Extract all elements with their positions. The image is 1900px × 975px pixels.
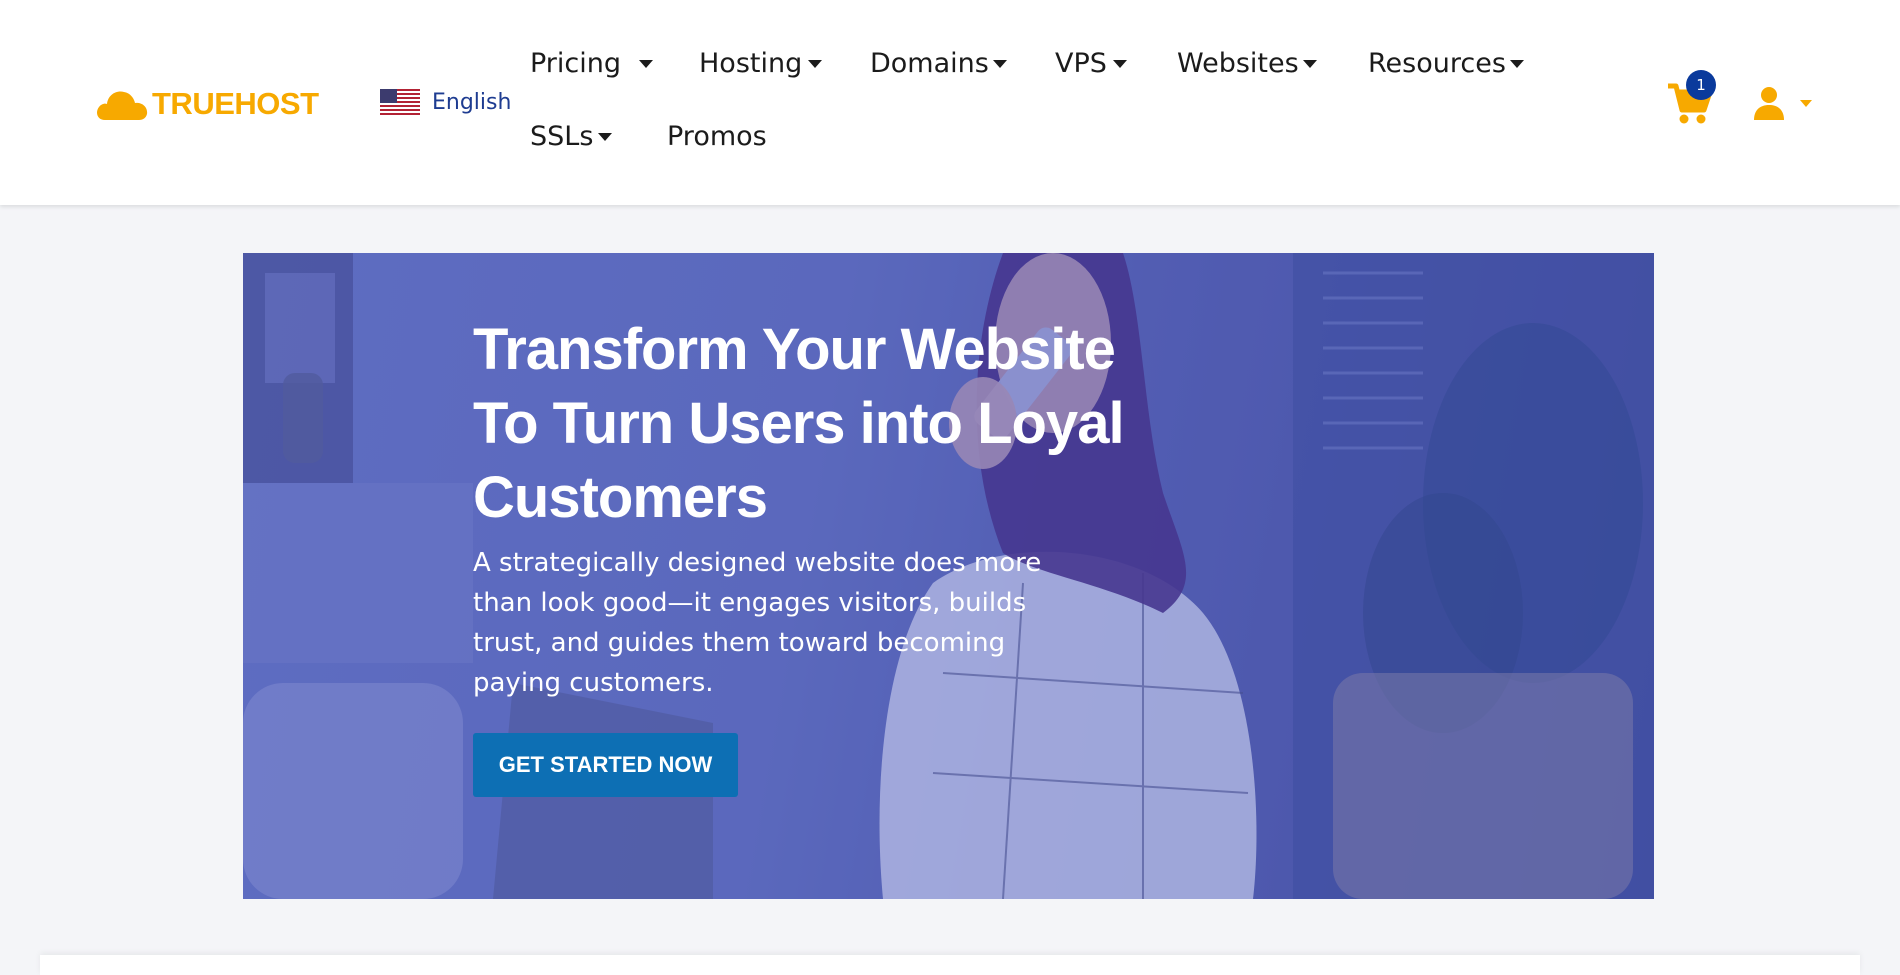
main-nav: Pricing Hosting Domains VPS Websites Res… (530, 0, 1550, 205)
language-selector[interactable]: English (380, 89, 511, 115)
site-header: TRUEHOST English Pricing Hosting Domains (0, 0, 1900, 205)
get-started-button[interactable]: GET STARTED NOW (473, 733, 738, 797)
chevron-down-icon (992, 59, 1007, 68)
nav-vps-label: VPS (1055, 48, 1107, 79)
nav-domains[interactable]: Domains (870, 48, 1007, 79)
us-flag-icon (380, 89, 420, 115)
chevron-down-icon (1800, 99, 1812, 107)
next-section-card (40, 955, 1860, 975)
nav-hosting-label: Hosting (699, 48, 803, 79)
nav-resources[interactable]: Resources (1368, 48, 1524, 79)
nav-promos[interactable]: Promos (667, 121, 767, 152)
hero-title: Transform Your Website To Turn Users int… (473, 317, 1125, 530)
nav-websites-label: Websites (1177, 48, 1299, 79)
nav-ssls[interactable]: SSLs (530, 121, 613, 152)
cloud-icon (97, 91, 148, 120)
chevron-down-icon (808, 59, 823, 68)
chevron-down-icon (1302, 59, 1317, 68)
chevron-down-icon (1509, 59, 1524, 68)
chevron-down-icon (1112, 59, 1127, 68)
chevron-down-icon (598, 132, 613, 141)
brand-logo[interactable]: TRUEHOST (95, 86, 319, 122)
language-label: English (432, 89, 512, 115)
user-icon (1754, 87, 1784, 120)
account-menu[interactable] (1752, 86, 1812, 120)
nav-domains-label: Domains (870, 48, 989, 79)
chevron-down-icon (639, 59, 654, 68)
nav-websites[interactable]: Websites (1177, 48, 1317, 79)
cart-count-badge: 1 (1686, 70, 1716, 100)
nav-pricing[interactable]: Pricing (530, 48, 654, 79)
nav-vps[interactable]: VPS (1055, 48, 1127, 79)
nav-promos-label: Promos (667, 121, 767, 152)
hero-banner: Transform Your Website To Turn Users int… (243, 253, 1654, 899)
nav-pricing-label: Pricing (530, 48, 622, 79)
nav-resources-label: Resources (1368, 48, 1506, 79)
nav-ssls-label: SSLs (530, 121, 594, 152)
nav-hosting[interactable]: Hosting (699, 48, 823, 79)
hero-subtitle: A strategically designed website does mo… (473, 548, 1042, 698)
brand-name: TRUEHOST (152, 86, 319, 121)
